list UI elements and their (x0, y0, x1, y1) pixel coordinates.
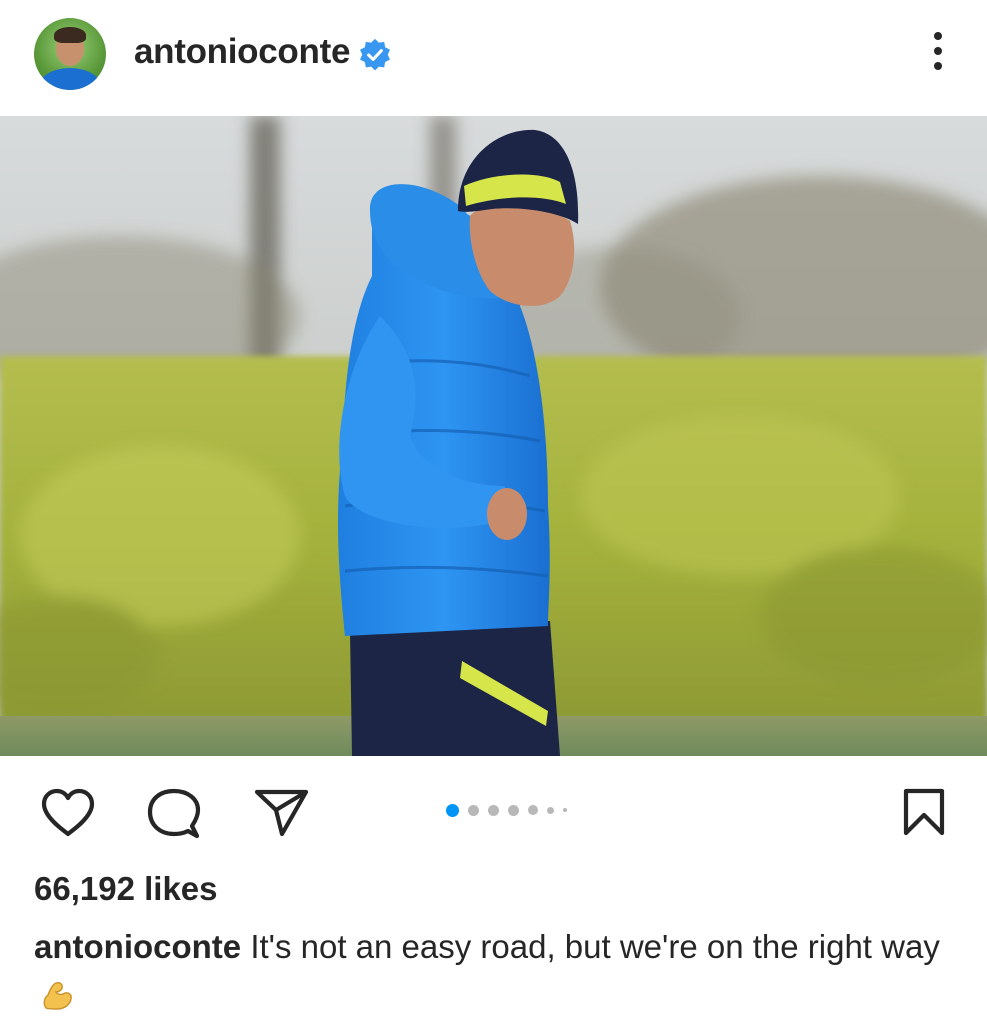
avatar-hair (54, 27, 86, 43)
post-caption: antonioconte It's not an easy road, but … (34, 922, 964, 1022)
post-photo-image (0, 116, 987, 756)
comment-icon[interactable] (146, 788, 202, 840)
likes-count[interactable]: 66,192 likes (34, 870, 218, 908)
post-photo[interactable] (0, 116, 987, 756)
more-options-icon[interactable] (924, 32, 952, 76)
caption-username[interactable]: antonioconte (34, 928, 241, 965)
flexed-biceps-emoji (43, 982, 72, 1010)
avatar[interactable] (34, 18, 106, 90)
post-username[interactable]: antonioconte (134, 32, 350, 72)
heart-icon[interactable] (40, 788, 96, 838)
carousel-indicator (446, 802, 576, 818)
carousel-dot (563, 808, 567, 812)
instagram-post: antonioconte 66,192 likes antonioconte I… (0, 0, 987, 1024)
carousel-dot (488, 804, 499, 816)
verified-badge-icon (360, 38, 390, 71)
carousel-dot-active (446, 803, 459, 817)
carousel-dot (547, 806, 554, 814)
post-header: antonioconte (0, 0, 987, 114)
carousel-dot (528, 805, 538, 815)
carousel-dot (468, 804, 479, 816)
bookmark-icon[interactable] (903, 788, 945, 836)
caption-text: It's not an easy road, but we're on the … (250, 928, 940, 965)
avatar-shirt (38, 68, 102, 90)
carousel-dot (508, 804, 519, 816)
send-icon[interactable] (254, 788, 310, 838)
